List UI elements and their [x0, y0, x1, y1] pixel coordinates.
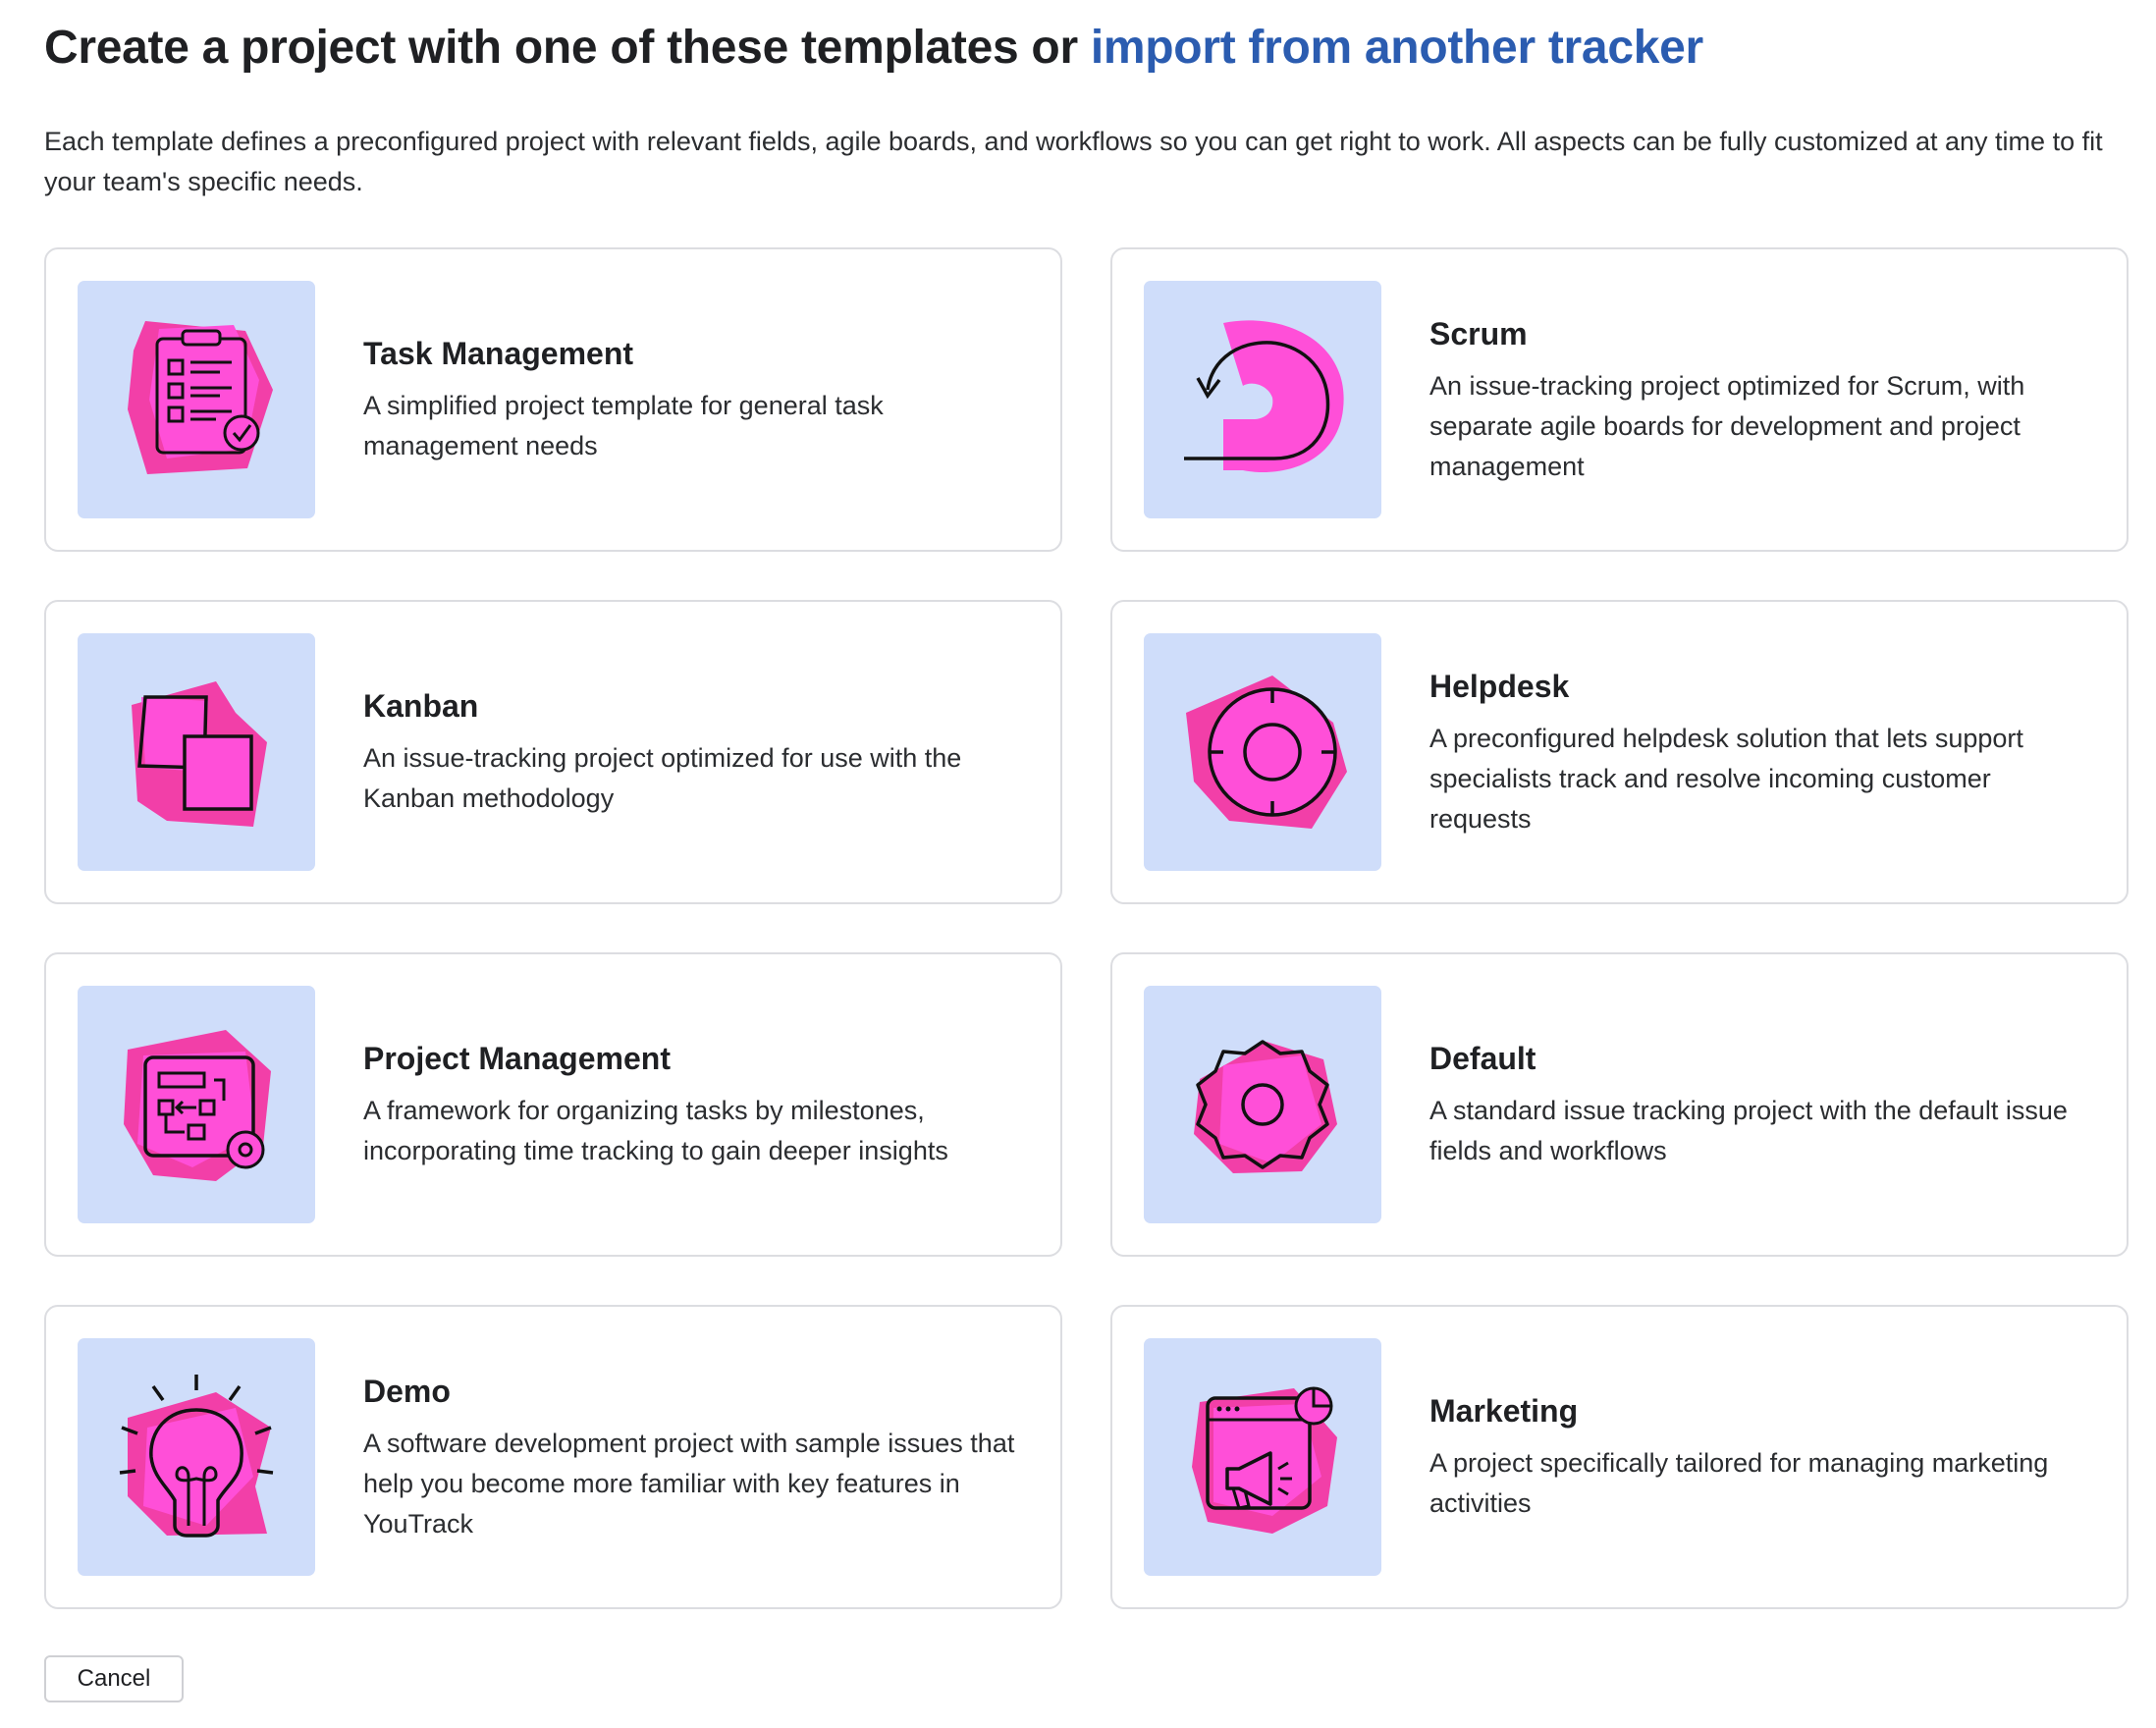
template-card-project-management[interactable]: Project Management A framework for organ…	[44, 952, 1062, 1257]
import-tracker-link[interactable]: import from another tracker	[1091, 22, 1703, 74]
page-description: Each template defines a preconfigured pr…	[44, 127, 2103, 196]
template-text: Task Management A simplified project tem…	[363, 333, 1031, 466]
template-title: Demo	[363, 1373, 451, 1409]
template-card-kanban[interactable]: Kanban An issue-tracking project optimiz…	[44, 600, 1062, 904]
lifebuoy-icon	[1186, 675, 1347, 829]
template-grid: Task Management A simplified project tem…	[44, 247, 2129, 1609]
template-title: Default	[1429, 1041, 1536, 1076]
template-text: Scrum An issue-tracking project optimize…	[1429, 313, 2097, 487]
template-thumbnail	[78, 1338, 315, 1576]
template-card-scrum[interactable]: Scrum An issue-tracking project optimize…	[1110, 247, 2129, 552]
clipboard-checklist-icon	[128, 321, 273, 474]
template-thumbnail	[1144, 986, 1381, 1223]
gear-icon	[1194, 1040, 1337, 1173]
template-text: Marketing A project specifically tailore…	[1429, 1390, 2097, 1524]
template-text: Kanban An issue-tracking project optimiz…	[363, 685, 1031, 819]
create-project-page: Create a project with one of these templ…	[0, 0, 2156, 1728]
template-thumbnail	[78, 986, 315, 1223]
template-card-marketing[interactable]: Marketing A project specifically tailore…	[1110, 1305, 2129, 1609]
megaphone-browser-icon	[1192, 1386, 1337, 1534]
template-text: Default A standard issue tracking projec…	[1429, 1038, 2097, 1171]
template-card-demo[interactable]: Demo A software development project with…	[44, 1305, 1062, 1609]
template-text: Project Management A framework for organ…	[363, 1038, 1031, 1171]
flowchart-gear-icon	[124, 1030, 271, 1181]
kanban-cards-icon	[132, 681, 267, 827]
scrum-loop-icon	[1184, 320, 1344, 473]
template-thumbnail	[78, 281, 315, 518]
template-card-task-management[interactable]: Task Management A simplified project tem…	[44, 247, 1062, 552]
template-thumbnail	[1144, 281, 1381, 518]
lightbulb-icon	[119, 1375, 274, 1538]
template-thumbnail	[78, 633, 315, 871]
template-description: A standard issue tracking project with t…	[1429, 1096, 2068, 1165]
template-title: Marketing	[1429, 1393, 1579, 1429]
template-thumbnail	[1144, 633, 1381, 871]
template-description: A software development project with samp…	[363, 1428, 1015, 1539]
template-card-helpdesk[interactable]: Helpdesk A preconfigured helpdesk soluti…	[1110, 600, 2129, 904]
template-thumbnail	[1144, 1338, 1381, 1576]
template-title: Project Management	[363, 1041, 671, 1076]
template-title: Scrum	[1429, 315, 1528, 351]
template-title: Helpdesk	[1429, 668, 1570, 704]
template-title: Kanban	[363, 688, 479, 724]
template-description: A preconfigured helpdesk solution that l…	[1429, 723, 2023, 834]
page-title: Create a project with one of these templ…	[44, 18, 1703, 79]
template-text: Helpdesk A preconfigured helpdesk soluti…	[1429, 666, 2097, 839]
cancel-button[interactable]: Cancel	[44, 1655, 184, 1702]
template-description: A project specifically tailored for mana…	[1429, 1448, 2049, 1518]
template-card-default[interactable]: Default A standard issue tracking projec…	[1110, 952, 2129, 1257]
template-description: A framework for organizing tasks by mile…	[363, 1096, 948, 1165]
template-description: An issue-tracking project optimized for …	[1429, 370, 2025, 481]
page-title-text: Create a project with one of these templ…	[44, 22, 1091, 74]
template-description: An issue-tracking project optimized for …	[363, 743, 962, 813]
template-title: Task Management	[363, 336, 634, 371]
template-text: Demo A software development project with…	[363, 1371, 1031, 1544]
template-description: A simplified project template for genera…	[363, 391, 884, 460]
